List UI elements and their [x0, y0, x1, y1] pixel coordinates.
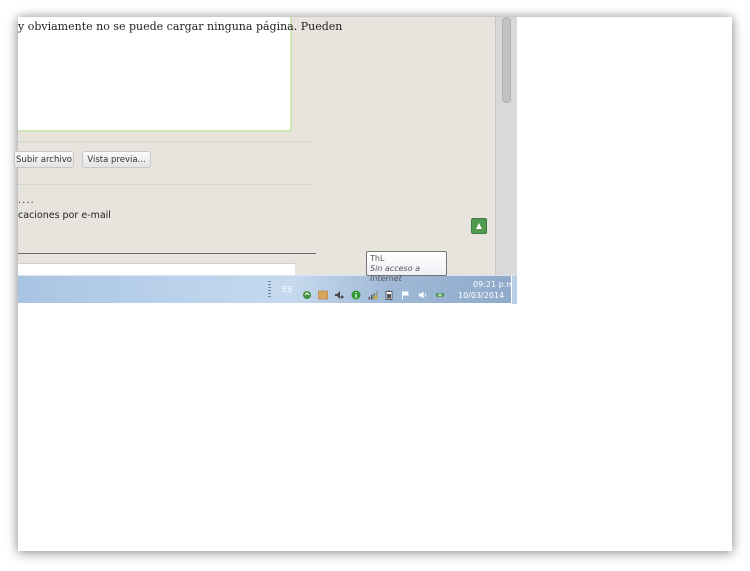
sound-app-icon[interactable]	[334, 285, 344, 299]
update-icon[interactable]	[302, 285, 312, 299]
email-notifications-label[interactable]: caciones por e-mail	[18, 210, 111, 221]
usb-icon[interactable]	[435, 285, 445, 297]
taskbar-grip[interactable]	[268, 281, 271, 299]
upload-file-button[interactable]: Subir archivo	[14, 151, 74, 168]
info-icon[interactable]	[351, 285, 361, 300]
network-tooltip: ThL Sin acceso a Internet	[366, 251, 447, 283]
divider	[18, 253, 316, 254]
post-textarea[interactable]: y obviamente no se puede cargar ninguna …	[18, 17, 342, 132]
divider	[18, 184, 314, 185]
vertical-scrollbar[interactable]	[495, 17, 517, 275]
divider	[18, 141, 314, 142]
volume-icon[interactable]	[418, 285, 428, 299]
language-indicator[interactable]: ES	[282, 285, 292, 294]
show-desktop-button[interactable]	[511, 276, 517, 304]
tooltip-title: ThL	[370, 254, 385, 263]
post-text: y obviamente no se puede cargar ninguna …	[18, 20, 343, 33]
clock-date[interactable]: 10/03/2014	[458, 291, 504, 300]
screenshot-frame: y obviamente no se puede cargar ninguna …	[14, 17, 732, 551]
network-icon[interactable]	[368, 285, 378, 300]
scroll-to-top-button[interactable]	[471, 218, 487, 234]
battery-icon[interactable]	[384, 285, 394, 300]
options-ellipsis: ....	[18, 195, 35, 206]
folder-icon[interactable]	[318, 285, 328, 300]
flag-icon[interactable]	[401, 285, 411, 300]
browser-page: y obviamente no se puede cargar ninguna …	[14, 17, 495, 276]
preview-button[interactable]: Vista previa...	[82, 151, 151, 168]
scrollbar-thumb[interactable]	[502, 17, 511, 103]
tooltip-subtitle: Sin acceso a Internet	[370, 264, 421, 283]
